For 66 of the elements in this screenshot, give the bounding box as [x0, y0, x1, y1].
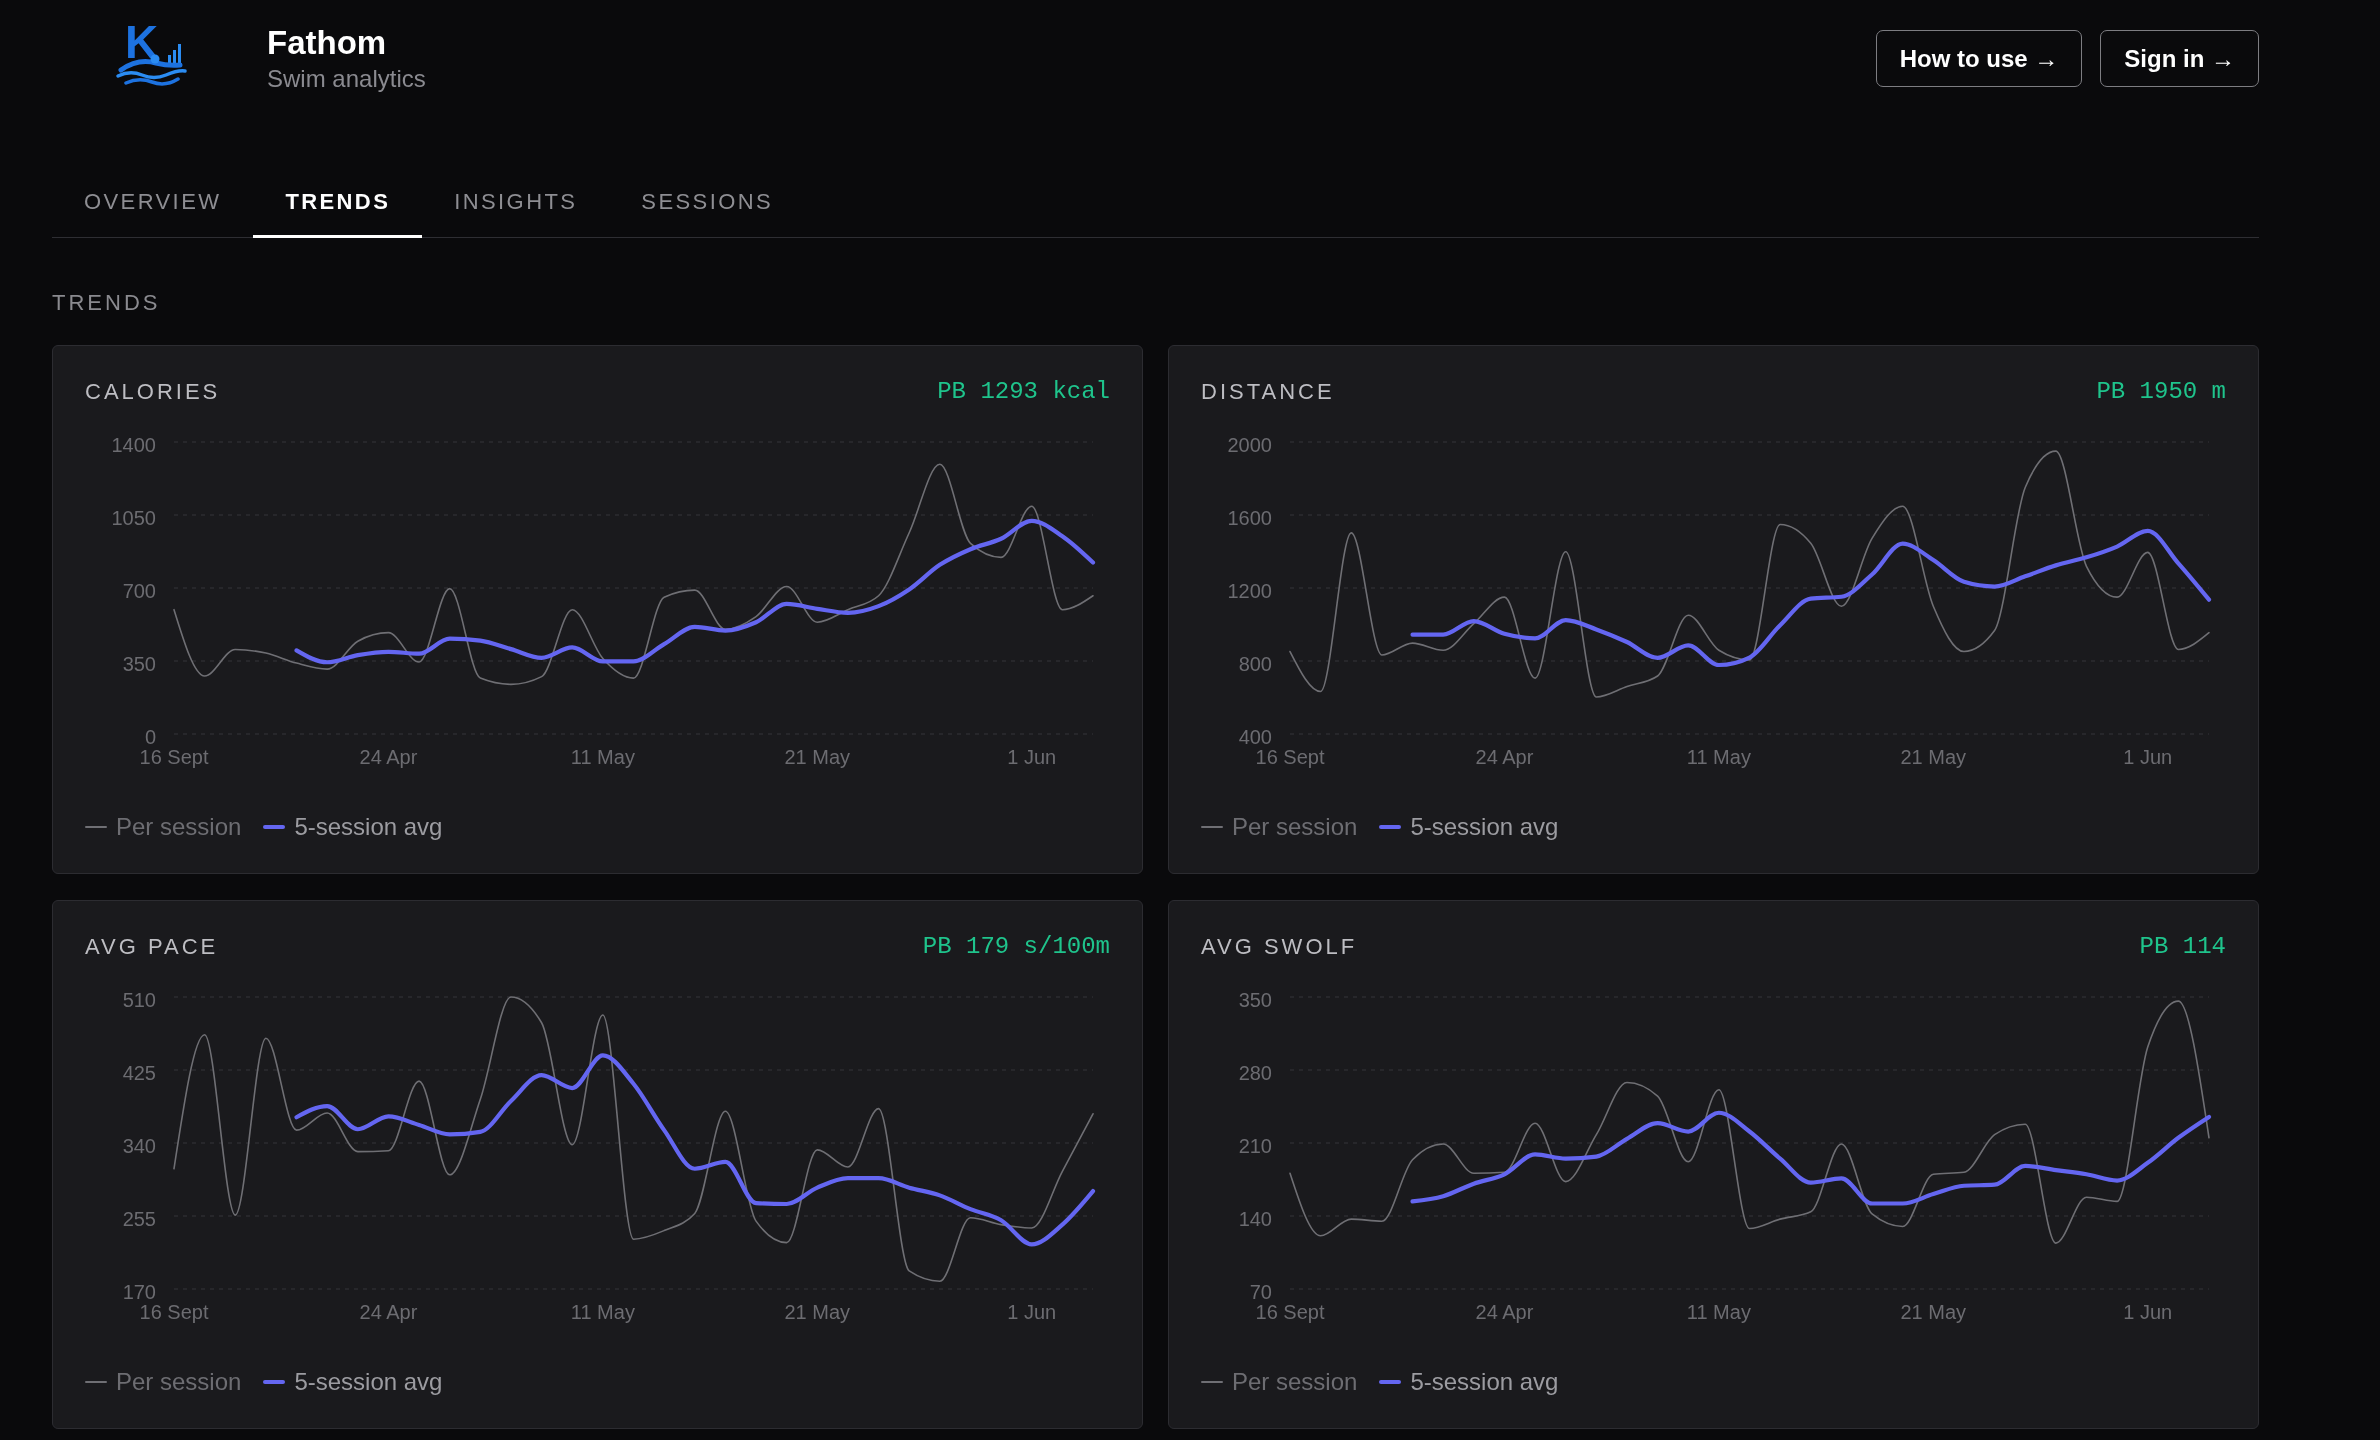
y-axis-label: 0 — [144, 725, 156, 748]
x-axis-label: 11 May — [570, 1300, 635, 1323]
app-title: Fathom — [267, 24, 388, 61]
app-subtitle: Swim analytics — [267, 64, 426, 94]
y-axis-label: 280 — [1238, 1061, 1272, 1084]
x-axis-label: 24 Apr — [359, 1300, 418, 1323]
x-axis-label: 21 May — [784, 745, 851, 768]
chart-title: CALORIES — [85, 377, 221, 406]
nav-tab[interactable]: TRENDS — [253, 168, 423, 238]
brand-logo: K — [112, 20, 190, 88]
y-axis-label: 210 — [1238, 1134, 1272, 1157]
legend-label: 5-session avg — [294, 812, 443, 841]
x-axis-label: 1 Jun — [1007, 1300, 1057, 1323]
y-axis-label: 340 — [122, 1134, 156, 1157]
legend-label: Per session — [116, 812, 242, 841]
x-axis-label: 21 May — [1900, 745, 1967, 768]
x-axis-label: 16 Sept — [1255, 745, 1325, 768]
y-axis-label: 1200 — [1227, 579, 1272, 602]
personal-best-value: PB 114 — [2139, 932, 2226, 961]
y-axis-label: 510 — [122, 988, 156, 1011]
y-axis-label: 700 — [122, 579, 156, 602]
legend-label: 5-session avg — [294, 1367, 443, 1396]
x-axis-label: 16 Sept — [139, 745, 209, 768]
y-axis-label: 1600 — [1227, 506, 1272, 529]
legend-label: 5-session avg — [1410, 1367, 1559, 1396]
legend-label: Per session — [116, 1367, 242, 1396]
x-axis-label: 16 Sept — [1255, 1300, 1325, 1323]
x-axis-label: 24 Apr — [359, 745, 418, 768]
sign-in-button[interactable]: Sign in → — [2100, 30, 2259, 87]
legend-label: 5-session avg — [1410, 812, 1559, 841]
x-axis-label: 11 May — [1686, 745, 1751, 768]
legend-label: Per session — [1232, 1367, 1358, 1396]
nav-tab[interactable]: SESSIONS — [609, 168, 806, 238]
y-axis-label: 1050 — [111, 506, 156, 529]
y-axis-label: 425 — [122, 1061, 156, 1084]
y-axis-label: 350 — [122, 652, 156, 675]
x-axis-label: 1 Jun — [2123, 1300, 2173, 1323]
personal-best-value: PB 179 s/100m — [922, 932, 1110, 961]
x-axis-label: 24 Apr — [1475, 1300, 1534, 1323]
y-axis-label: 255 — [122, 1207, 156, 1230]
y-axis-label: 350 — [1238, 988, 1272, 1011]
y-axis-label: 400 — [1238, 725, 1272, 748]
nav-tab[interactable]: INSIGHTS — [422, 168, 610, 238]
x-axis-label: 24 Apr — [1475, 745, 1534, 768]
y-axis-label: 170 — [122, 1280, 156, 1303]
y-axis-label: 800 — [1238, 652, 1272, 675]
x-axis-label: 1 Jun — [2123, 745, 2173, 768]
section-heading: TRENDS — [52, 288, 161, 317]
chart-title: AVG PACE — [85, 932, 219, 961]
personal-best-value: PB 1293 kcal — [937, 377, 1110, 406]
x-axis-label: 16 Sept — [139, 1300, 209, 1323]
nav-tab[interactable]: OVERVIEW — [52, 168, 254, 238]
x-axis-label: 11 May — [570, 745, 635, 768]
y-axis-label: 140 — [1238, 1207, 1272, 1230]
personal-best-value: PB 1950 m — [2096, 377, 2226, 406]
x-axis-label: 1 Jun — [1007, 745, 1057, 768]
chart-title: AVG SWOLF — [1201, 932, 1358, 961]
y-axis-label: 70 — [1249, 1280, 1272, 1303]
y-axis-label: 1400 — [111, 433, 156, 456]
y-axis-label: 2000 — [1227, 433, 1272, 456]
chart-title: DISTANCE — [1201, 377, 1335, 406]
x-axis-label: 21 May — [1900, 1300, 1967, 1323]
legend-label: Per session — [1232, 812, 1358, 841]
x-axis-label: 11 May — [1686, 1300, 1751, 1323]
how-to-use-button[interactable]: How to use → — [1875, 30, 2083, 87]
x-axis-label: 21 May — [784, 1300, 851, 1323]
